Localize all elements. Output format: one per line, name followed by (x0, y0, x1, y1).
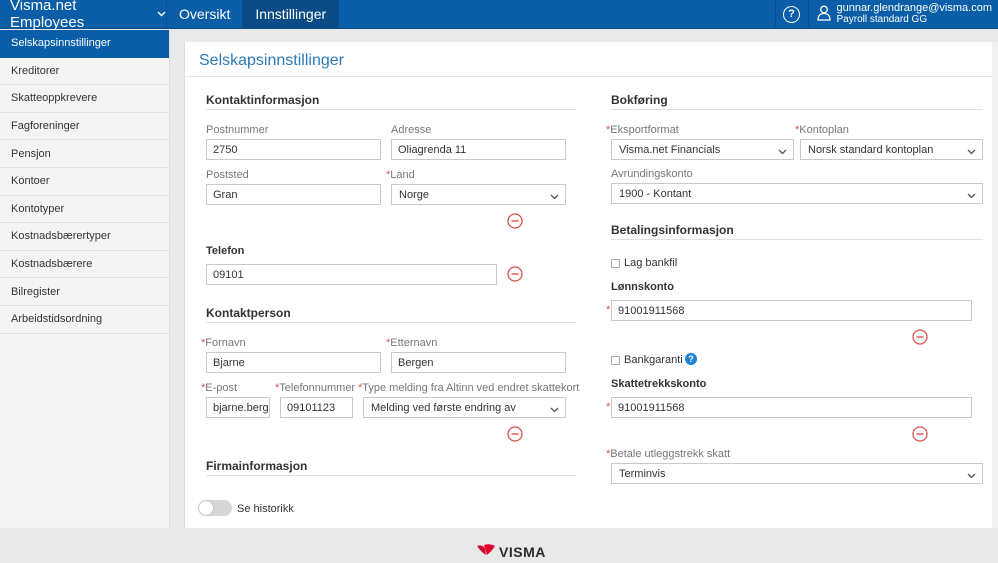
adresse-field[interactable]: Oliagrenda 11 (391, 139, 566, 160)
section-divider (206, 109, 576, 110)
remove-lonnskonto-button[interactable] (912, 329, 928, 345)
chevron-down-icon (550, 404, 559, 416)
chevron-down-icon (967, 146, 976, 158)
sidebar-item-fagforeninger[interactable]: Fagforeninger (0, 113, 169, 141)
section-title-company: Firmainformasjon (206, 459, 308, 473)
chevron-down-icon (967, 470, 976, 482)
chevron-down-icon (550, 191, 559, 203)
sidebar-item-skatteoppkrevere[interactable]: Skatteoppkrevere (0, 85, 169, 113)
required-marker: * (606, 304, 611, 316)
poststed-field[interactable]: Gran (206, 184, 381, 205)
section-title-bookkeeping: Bokføring (611, 93, 668, 107)
melding-select[interactable]: Melding ved første endring av (363, 397, 566, 418)
etternavn-label: *Etternavn (386, 337, 438, 349)
lonnskonto-label: Lønnskonto (611, 281, 674, 293)
remove-phone-button[interactable] (507, 266, 523, 282)
skattetrekkskonto-field[interactable]: 91001911568 (611, 397, 972, 418)
visma-logo: VISMA (476, 543, 546, 560)
adresse-label: Adresse (391, 124, 432, 136)
help-button[interactable]: ? (774, 0, 809, 28)
chevron-down-icon (157, 9, 166, 19)
bankgaranti-label: Bankgaranti (624, 354, 683, 366)
poststed-label: Poststed (206, 169, 249, 181)
page-title: Selskapsinnstillinger (199, 52, 344, 69)
user-role: Payroll standard GG (836, 14, 928, 25)
bankgaranti-checkbox[interactable] (611, 356, 620, 365)
eksportformat-select[interactable]: Visma.net Financials (611, 139, 794, 160)
toggle-knob (199, 501, 213, 515)
sidebar-item-selskapsinnstillinger[interactable]: Selskapsinnstillinger (0, 30, 169, 58)
section-divider (611, 109, 983, 110)
lag-bankfil-label: Lag bankfil (624, 257, 678, 269)
fornavn-field[interactable]: Bjarne (206, 352, 381, 373)
fornavn-label: *Fornavn (201, 337, 246, 349)
sidebar-item-kontoer[interactable]: Kontoer (0, 168, 169, 196)
tab-oversikt[interactable]: Oversikt (167, 0, 244, 28)
sidebar-item-kreditorer[interactable]: Kreditorer (0, 58, 169, 86)
sidebar-item-kontotyper[interactable]: Kontotyper (0, 196, 169, 224)
user-menu[interactable]: gunnar.glendrange@visma.com Payroll stan… (809, 0, 998, 28)
postnummer-label: Postnummer (206, 124, 269, 136)
kontoplan-select[interactable]: Norsk standard kontoplan (800, 139, 983, 160)
lonnskonto-field[interactable]: 91001911568 (611, 300, 972, 321)
info-icon[interactable]: ? (685, 353, 697, 365)
chevron-down-icon (967, 190, 976, 202)
history-toggle[interactable] (198, 500, 232, 516)
scrollbar[interactable] (992, 42, 998, 528)
remove-skattetrekkskonto-button[interactable] (912, 426, 928, 442)
sidebar-item-pensjon[interactable]: Pensjon (0, 140, 169, 168)
eksportformat-label: *Eksportformat (606, 124, 679, 136)
skattetrekkskonto-label: Skattetrekkskonto (611, 378, 707, 390)
sidebar: Selskapsinnstillinger Kreditorer Skatteo… (0, 30, 170, 528)
avrundingskonto-label: Avrundingskonto (611, 168, 693, 180)
tab-innstillinger[interactable]: Innstillinger (243, 0, 340, 28)
app-switcher[interactable]: Visma.net Employees (0, 0, 167, 31)
land-select[interactable]: Norge (391, 184, 566, 205)
section-title-contact: Kontaktinformasjon (206, 93, 320, 107)
history-label: Se historikk (237, 503, 294, 515)
remove-address-button[interactable] (507, 213, 523, 229)
telefon-label: Telefon (206, 245, 245, 257)
epost-field[interactable]: bjarne.bergen@ (206, 397, 270, 418)
sidebar-item-kostnadsbaerertyper[interactable]: Kostnadsbærertyper (0, 223, 169, 251)
user-icon (816, 5, 831, 24)
section-title-payment: Betalingsinformasjon (611, 223, 734, 237)
section-title-contact-person: Kontaktperson (206, 306, 291, 320)
lag-bankfil-checkbox[interactable] (611, 259, 620, 268)
melding-label: *Type melding fra Altinn ved endret skat… (358, 382, 580, 394)
required-marker: * (606, 401, 611, 413)
settings-panel: Selskapsinnstillinger Kontaktinformasjon… (184, 42, 998, 528)
visma-logo-text: VISMA (499, 543, 546, 560)
avrundingskonto-select[interactable]: 1900 - Kontant (611, 183, 983, 204)
remove-contact-person-button[interactable] (507, 426, 523, 442)
section-divider (206, 322, 576, 323)
help-icon: ? (783, 5, 801, 23)
sidebar-item-arbeidstidsordning[interactable]: Arbeidstidsordning (0, 306, 169, 334)
telefonnummer-field[interactable]: 09101123 (280, 397, 353, 418)
visma-logo-icon (476, 543, 496, 560)
telefon-field[interactable]: 09101 (206, 264, 497, 285)
postnummer-field[interactable]: 2750 (206, 139, 381, 160)
utleggstrekk-select[interactable]: Terminvis (611, 463, 983, 484)
sidebar-item-kostnadsbaerere[interactable]: Kostnadsbærere (0, 251, 169, 279)
epost-label: *E-post (201, 382, 238, 394)
chevron-down-icon (778, 146, 787, 158)
user-email: gunnar.glendrange@visma.com (836, 2, 992, 14)
sidebar-item-bilregister[interactable]: Bilregister (0, 278, 169, 306)
utleggstrekk-label: *Betale utleggstrekk skatt (606, 448, 731, 460)
etternavn-field[interactable]: Bergen (391, 352, 566, 373)
app-title: Visma.net Employees (10, 0, 85, 31)
section-divider (206, 475, 576, 476)
top-bar: Visma.net Employees Oversikt Innstilling… (0, 0, 998, 31)
title-divider (185, 76, 998, 77)
telefonnummer-label: *Telefonnummer (275, 382, 356, 394)
section-divider (611, 239, 983, 240)
kontoplan-label: *Kontoplan (795, 124, 849, 136)
land-label: *Land (386, 169, 415, 181)
